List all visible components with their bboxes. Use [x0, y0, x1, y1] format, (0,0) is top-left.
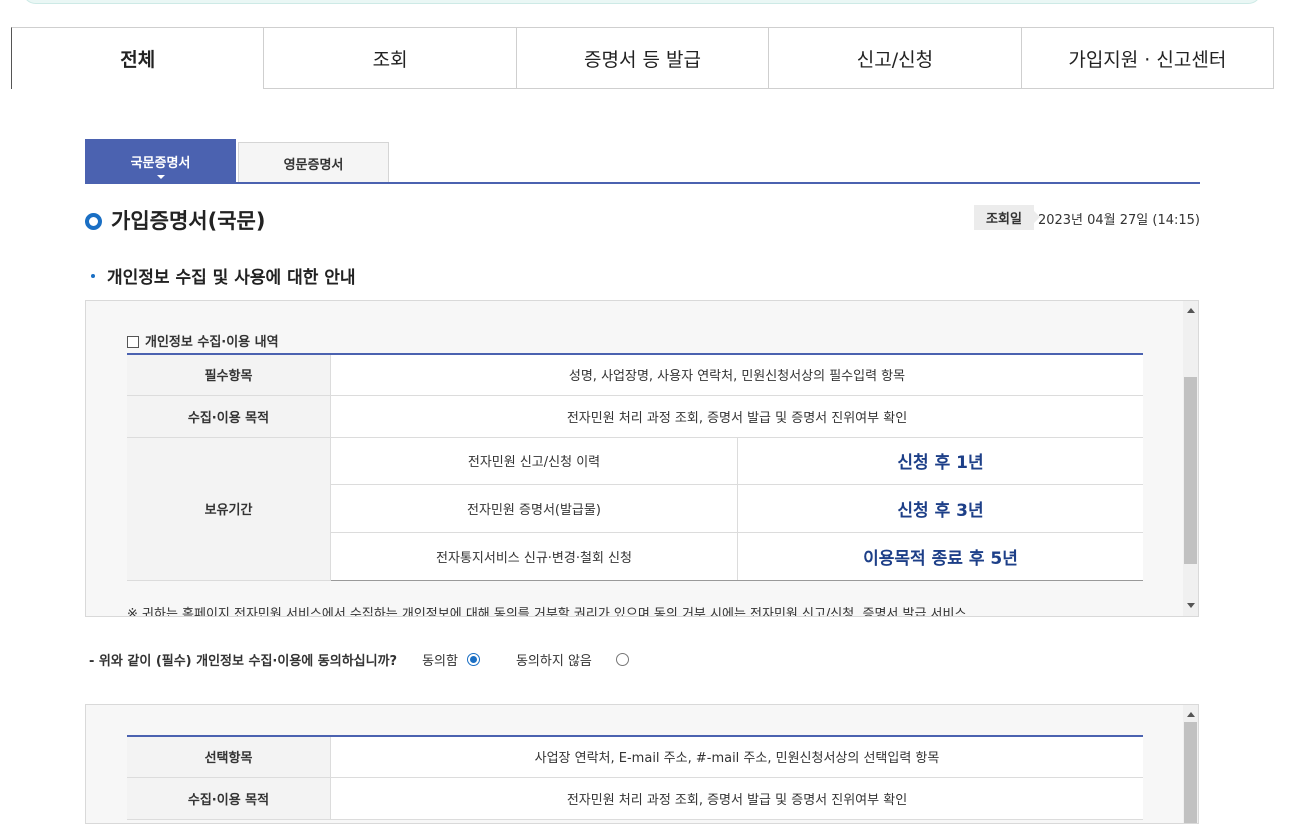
consent-question-text: - 위와 같이 (필수) 개인정보 수집·이용에 동의하십니까? — [89, 654, 398, 669]
scroll-up-icon[interactable] — [1187, 308, 1195, 313]
bullet-icon — [91, 274, 95, 278]
page-title: 가입증명서(국문) — [111, 209, 266, 233]
subtitle-text: 개인정보 수집·이용 내역 — [145, 335, 279, 350]
subtabs-underline — [85, 182, 1200, 184]
retention-item: 전자통지서비스 신규·변경·철회 신청 — [330, 532, 738, 581]
row-value: 성명, 사업장명, 사용자 연락처, 민원신청서상의 필수입력 항목 — [330, 354, 1143, 396]
refusal-notice: ※ 귀하는 홈페이지 전자민원 서비스에서 수집하는 개인정보에 대해 동의를 … — [127, 607, 967, 617]
scroll-up-icon[interactable] — [1187, 712, 1195, 717]
table-row: 수집·이용 목적 전자민원 처리 과정 조회, 증명서 발급 및 증명서 진위여… — [127, 395, 1143, 438]
retention-period: 신청 후 1년 — [737, 437, 1143, 485]
section-heading: 개인정보 수집 및 사용에 대한 안내 — [91, 263, 356, 288]
optional-consent-box[interactable]: 선택항목 사업장 연락처, E-mail 주소, #-mail 주소, 민원신청… — [85, 704, 1199, 824]
retention-item: 전자민원 신고/신청 이력 — [330, 437, 738, 485]
required-consent-question: - 위와 같이 (필수) 개인정보 수집·이용에 동의하십니까? 동의함 동의하… — [89, 650, 629, 669]
tabs-divider — [264, 88, 1274, 89]
disagree-label[interactable]: 동의하지 않음 — [516, 650, 592, 669]
row-header: 선택항목 — [127, 736, 331, 778]
tab-support-center[interactable]: 가입지원 · 신고센터 — [1021, 27, 1275, 89]
vertical-scrollbar[interactable] — [1183, 301, 1198, 616]
retention-period: 이용목적 종료 후 5년 — [737, 532, 1143, 581]
row-header: 수집·이용 목적 — [127, 777, 331, 820]
table-row: 선택항목 사업장 연락처, E-mail 주소, #-mail 주소, 민원신청… — [127, 736, 1143, 778]
disagree-radio[interactable] — [615, 653, 629, 666]
table-row: 보유기간 전자민원 신고/신청 이력 신청 후 1년 — [127, 437, 1143, 581]
title-row: 가입증명서(국문) 조회일 2023년 04월 27일 (14:15) — [85, 205, 1200, 239]
retention-item: 전자민원 증명서(발급물) — [330, 484, 738, 533]
retention-period: 신청 후 3년 — [737, 484, 1143, 533]
top-banner-edge — [22, 0, 1262, 4]
required-consent-box[interactable]: 개인정보 수집·이용 내역 필수항목 성명, 사업장명, 사용자 연락처, 민원… — [85, 300, 1199, 617]
row-header: 수집·이용 목적 — [127, 395, 331, 438]
agree-radio[interactable] — [466, 653, 480, 666]
table-row: 필수항목 성명, 사업장명, 사용자 연락처, 민원신청서상의 필수입력 항목 — [127, 354, 1143, 396]
optional-info-table: 선택항목 사업장 연락처, E-mail 주소, #-mail 주소, 민원신청… — [127, 735, 1143, 820]
tab-inquiry[interactable]: 조회 — [264, 27, 517, 89]
subtab-korean-certificate[interactable]: 국문증명서 — [85, 139, 236, 183]
scrollbar-thumb[interactable] — [1184, 722, 1197, 823]
tab-report-apply[interactable]: 신고/신청 — [769, 27, 1022, 89]
title-ring-icon — [85, 213, 102, 230]
scroll-down-icon[interactable] — [1187, 603, 1195, 608]
tab-certificate-issue[interactable]: 증명서 등 발급 — [516, 27, 770, 89]
scrollbar-thumb[interactable] — [1184, 377, 1197, 564]
subtab-english-certificate[interactable]: 영문증명서 — [238, 142, 389, 183]
row-header: 필수항목 — [127, 354, 331, 396]
tab-all[interactable]: 전체 — [11, 27, 265, 89]
collection-details-subtitle: 개인정보 수집·이용 내역 — [127, 331, 279, 350]
inquiry-date-value: 2023년 04월 27일 (14:15) — [1037, 213, 1200, 228]
section-heading-text: 개인정보 수집 및 사용에 대한 안내 — [107, 268, 356, 288]
required-info-table: 필수항목 성명, 사업장명, 사용자 연락처, 민원신청서상의 필수입력 항목 … — [127, 353, 1143, 581]
row-value: 사업장 연락처, E-mail 주소, #-mail 주소, 민원신청서상의 선… — [330, 736, 1143, 778]
main-tabs: 전체 조회 증명서 등 발급 신고/신청 가입지원 · 신고센터 — [11, 27, 1275, 89]
agree-label[interactable]: 동의함 — [422, 650, 458, 669]
row-value: 전자민원 처리 과정 조회, 증명서 발급 및 증명서 진위여부 확인 — [330, 395, 1143, 438]
row-value: 전자민원 처리 과정 조회, 증명서 발급 및 증명서 진위여부 확인 — [330, 777, 1143, 820]
retention-header: 보유기간 — [127, 437, 331, 581]
certificate-language-tabs: 국문증명서 영문증명서 — [85, 139, 1200, 184]
square-icon — [127, 335, 139, 348]
inquiry-date-label: 조회일 — [974, 205, 1040, 230]
vertical-scrollbar[interactable] — [1183, 705, 1198, 823]
table-row: 수집·이용 목적 전자민원 처리 과정 조회, 증명서 발급 및 증명서 진위여… — [127, 777, 1143, 820]
